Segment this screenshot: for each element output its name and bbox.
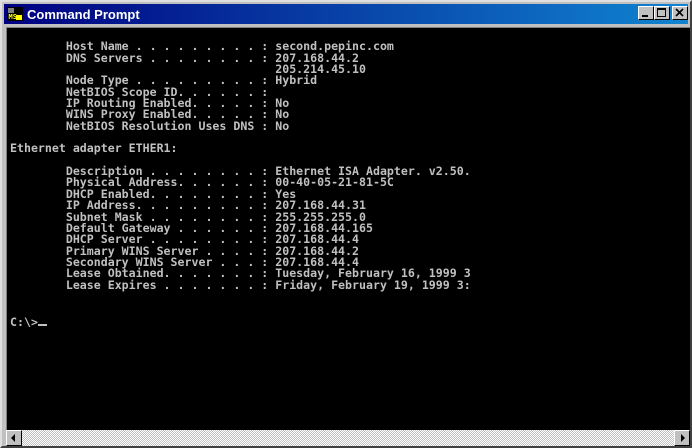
command-prompt-window: MS Command Prompt Host Name . . . . . . … xyxy=(0,0,692,448)
maximize-icon xyxy=(657,8,666,17)
window-title: Command Prompt xyxy=(27,6,140,22)
svg-text:MS: MS xyxy=(9,13,17,21)
ms-dos-icon[interactable]: MS xyxy=(7,6,23,22)
scroll-left-button[interactable] xyxy=(6,430,22,446)
text-cursor xyxy=(37,314,47,326)
console-line: Lease Expires . . . . . . . : Friday, Fe… xyxy=(10,277,471,292)
title-bar[interactable]: MS Command Prompt xyxy=(4,4,688,24)
scroll-right-arrow-icon xyxy=(681,434,685,442)
horizontal-scrollbar[interactable] xyxy=(6,430,690,446)
scroll-left-arrow-icon xyxy=(11,434,15,442)
command-prompt[interactable]: C:\> xyxy=(10,315,38,329)
window-controls xyxy=(638,6,688,20)
console-line: NetBIOS Resolution Uses DNS : No xyxy=(10,118,290,133)
minimize-button[interactable] xyxy=(638,6,654,20)
console-output[interactable]: Host Name . . . . . . . . . : second.pep… xyxy=(6,27,690,430)
close-icon xyxy=(675,8,684,17)
scroll-right-button[interactable] xyxy=(674,430,690,446)
maximize-button[interactable] xyxy=(654,6,670,20)
minimize-icon xyxy=(642,15,648,17)
console-text: Host Name . . . . . . . . . : second.pep… xyxy=(7,28,690,328)
close-button[interactable] xyxy=(672,6,688,20)
console-line: Ethernet adapter ETHER1: xyxy=(10,141,178,156)
